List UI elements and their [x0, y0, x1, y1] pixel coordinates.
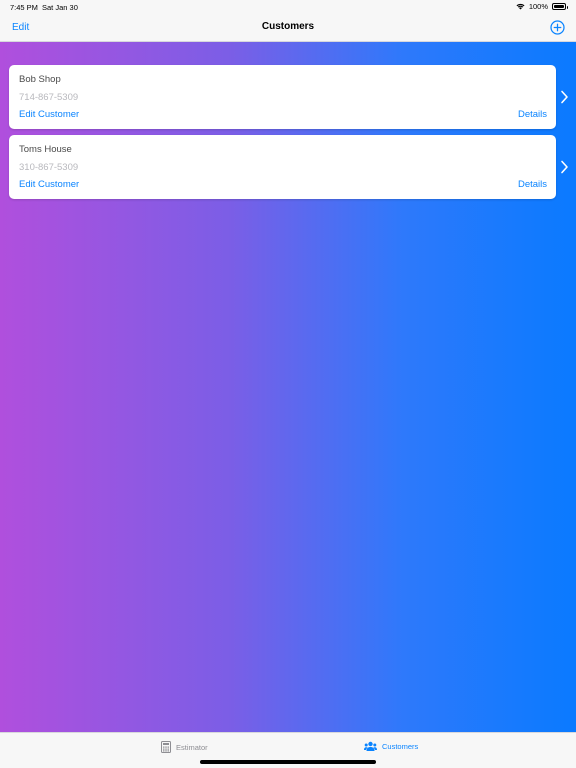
- tab-estimator[interactable]: Estimator: [161, 741, 208, 753]
- details-button[interactable]: Details: [518, 179, 547, 190]
- chevron-right-icon[interactable]: [560, 90, 569, 104]
- battery-icon: [552, 3, 568, 10]
- tab-estimator-label: Estimator: [176, 742, 208, 752]
- tab-customers-label: Customers: [382, 742, 419, 751]
- customer-name: Bob Shop: [19, 74, 61, 85]
- page-title: Customers: [261, 21, 315, 32]
- navigation-bar: Edit Customers: [0, 14, 576, 42]
- edit-customer-button[interactable]: Edit Customer: [19, 109, 79, 120]
- tab-customers[interactable]: Customers: [364, 741, 418, 752]
- home-indicator: [200, 760, 376, 764]
- edit-customer-button[interactable]: Edit Customer: [19, 179, 79, 190]
- customer-card[interactable]: Toms House 310-867-5309 Edit Customer De…: [9, 135, 556, 199]
- details-button[interactable]: Details: [518, 109, 547, 120]
- chevron-right-icon[interactable]: [560, 160, 569, 174]
- customer-list-area: Bob Shop 714-867-5309 Edit Customer Deta…: [0, 42, 576, 732]
- plus-circle-icon[interactable]: [550, 20, 565, 35]
- people-icon: [364, 741, 377, 751]
- wifi-icon: [516, 3, 525, 10]
- battery-percent: 100%: [528, 2, 548, 11]
- customer-name: Toms House: [19, 144, 72, 155]
- customer-phone: 310-867-5309: [19, 162, 79, 173]
- status-right: 100%: [516, 2, 568, 11]
- status-time: 7:45 PM: [10, 3, 38, 12]
- status-bar: 7:45 PM Sat Jan 30 100%: [0, 0, 576, 14]
- status-date: Sat Jan 30: [42, 3, 78, 12]
- customer-phone: 714-867-5309: [19, 92, 79, 103]
- calculator-icon: [161, 741, 171, 753]
- customer-card[interactable]: Bob Shop 714-867-5309 Edit Customer Deta…: [9, 65, 556, 129]
